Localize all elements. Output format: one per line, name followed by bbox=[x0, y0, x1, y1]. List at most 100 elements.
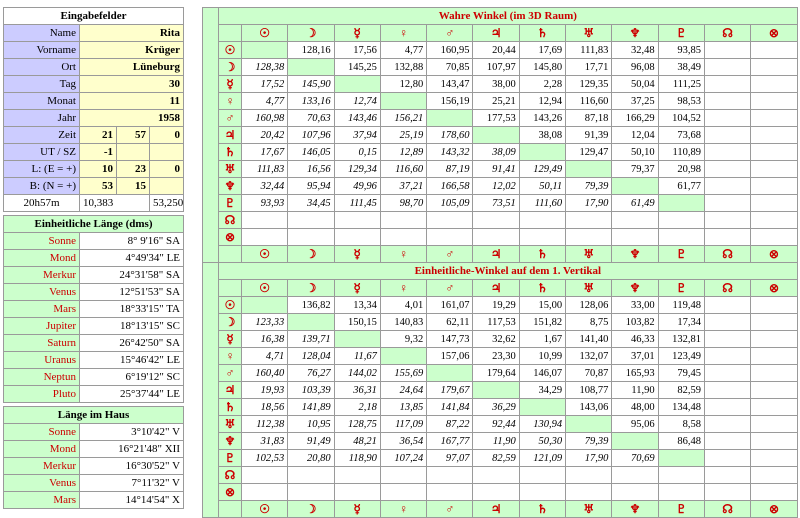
matrix1-cell[interactable]: 116,60 bbox=[565, 92, 613, 110]
matrix1-cell[interactable] bbox=[287, 228, 335, 246]
matrix2-cell[interactable] bbox=[750, 330, 798, 348]
matrix1-cell[interactable]: 111,25 bbox=[657, 75, 705, 93]
matrix2-cell[interactable]: 95,06 bbox=[611, 415, 659, 433]
matrix1-cell[interactable]: 133,16 bbox=[287, 92, 335, 110]
matrix1-cell[interactable]: 145,90 bbox=[287, 75, 335, 93]
matrix1-cell[interactable]: 16,56 bbox=[287, 160, 335, 178]
matrix1-cell[interactable]: 111,83 bbox=[240, 160, 289, 178]
matrix2-cell[interactable]: 128,75 bbox=[333, 415, 381, 433]
matrix1-cell[interactable] bbox=[657, 228, 705, 246]
matrix2-cell[interactable]: 119,48 bbox=[657, 296, 705, 314]
matrix1-cell[interactable] bbox=[472, 228, 520, 246]
l-minute-field[interactable]: 23 bbox=[116, 160, 150, 178]
matrix2-cell[interactable]: 24,64 bbox=[379, 381, 428, 399]
matrix1-cell[interactable]: 79,39 bbox=[565, 177, 613, 195]
matrix2-cell[interactable]: 1,67 bbox=[518, 330, 567, 348]
b-minute-field[interactable]: 15 bbox=[116, 177, 150, 195]
matrix2-cell[interactable] bbox=[565, 466, 613, 484]
matrix2-cell[interactable]: 70,69 bbox=[611, 449, 659, 467]
matrix1-cell[interactable]: 111,60 bbox=[518, 194, 567, 212]
laenge-row-value[interactable]: 15°46'42" LE bbox=[78, 351, 185, 369]
matrix1-cell[interactable]: 61,77 bbox=[657, 177, 705, 195]
matrix2-cell[interactable]: 103,82 bbox=[611, 313, 659, 331]
ut-empty-cell[interactable] bbox=[116, 143, 150, 161]
matrix2-cell[interactable]: 144,02 bbox=[333, 364, 381, 382]
laenge-row-value[interactable]: 18°13'15" SC bbox=[78, 317, 185, 335]
matrix1-cell[interactable] bbox=[703, 194, 752, 212]
matrix1-cell[interactable]: 32,44 bbox=[240, 177, 289, 195]
matrix2-cell[interactable]: 136,82 bbox=[287, 296, 335, 314]
matrix1-cell[interactable] bbox=[565, 228, 613, 246]
matrix1-cell[interactable]: 38,00 bbox=[472, 75, 520, 93]
matrix2-cell[interactable] bbox=[750, 415, 798, 433]
matrix1-cell[interactable]: 12,94 bbox=[518, 92, 567, 110]
matrix1-cell[interactable]: 20,98 bbox=[657, 160, 705, 178]
matrix2-cell[interactable]: 33,00 bbox=[611, 296, 659, 314]
matrix1-cell[interactable]: 129,49 bbox=[518, 160, 567, 178]
matrix1-cell[interactable]: 143,32 bbox=[426, 143, 474, 161]
matrix2-cell[interactable] bbox=[426, 364, 474, 382]
matrix1-cell[interactable]: 110,89 bbox=[657, 143, 705, 161]
matrix1-cell[interactable]: 145,80 bbox=[518, 58, 567, 76]
matrix2-cell[interactable]: 123,49 bbox=[657, 347, 705, 365]
matrix1-cell[interactable] bbox=[426, 211, 474, 229]
matrix2-cell[interactable] bbox=[703, 398, 752, 416]
matrix2-cell[interactable] bbox=[518, 483, 567, 501]
matrix2-cell[interactable]: 62,11 bbox=[426, 313, 474, 331]
matrix1-cell[interactable]: 12,04 bbox=[611, 126, 659, 144]
matrix2-cell[interactable]: 50,30 bbox=[518, 432, 567, 450]
matrix2-cell[interactable]: 13,85 bbox=[379, 398, 428, 416]
matrix1-cell[interactable] bbox=[703, 41, 752, 59]
matrix2-cell[interactable]: 123,33 bbox=[240, 313, 289, 331]
laenge-row-value[interactable]: 8° 9'16" SA bbox=[78, 232, 185, 250]
matrix2-cell[interactable]: 132,07 bbox=[565, 347, 613, 365]
matrix1-cell[interactable] bbox=[518, 228, 567, 246]
matrix2-cell[interactable]: 48,21 bbox=[333, 432, 381, 450]
matrix1-cell[interactable]: 0,15 bbox=[333, 143, 381, 161]
matrix2-cell[interactable]: 151,82 bbox=[518, 313, 567, 331]
matrix1-cell[interactable]: 104,52 bbox=[657, 109, 705, 127]
matrix1-cell[interactable]: 132,88 bbox=[379, 58, 428, 76]
matrix2-cell[interactable] bbox=[426, 466, 474, 484]
matrix2-cell[interactable]: 128,06 bbox=[565, 296, 613, 314]
matrix1-cell[interactable]: 73,68 bbox=[657, 126, 705, 144]
matrix1-cell[interactable]: 37,94 bbox=[333, 126, 381, 144]
matrix1-cell[interactable]: 4,77 bbox=[379, 41, 428, 59]
matrix2-cell[interactable]: 36,29 bbox=[472, 398, 520, 416]
matrix2-cell[interactable] bbox=[611, 466, 659, 484]
matrix2-cell[interactable]: 179,67 bbox=[426, 381, 474, 399]
matrix2-cell[interactable]: 13,34 bbox=[333, 296, 381, 314]
matrix1-cell[interactable] bbox=[703, 160, 752, 178]
matrix1-cell[interactable] bbox=[657, 194, 705, 212]
matrix1-cell[interactable]: 107,97 bbox=[472, 58, 520, 76]
matrix1-cell[interactable]: 17,67 bbox=[240, 143, 289, 161]
matrix2-cell[interactable]: 19,29 bbox=[472, 296, 520, 314]
matrix1-cell[interactable] bbox=[750, 160, 798, 178]
matrix1-cell[interactable] bbox=[287, 58, 335, 76]
matrix1-cell[interactable]: 38,49 bbox=[657, 58, 705, 76]
matrix2-cell[interactable]: 48,00 bbox=[611, 398, 659, 416]
matrix1-cell[interactable] bbox=[287, 211, 335, 229]
matrix1-cell[interactable]: 17,56 bbox=[333, 41, 381, 59]
matrix2-cell[interactable] bbox=[611, 483, 659, 501]
matrix1-cell[interactable]: 178,60 bbox=[426, 126, 474, 144]
matrix2-cell[interactable]: 79,45 bbox=[657, 364, 705, 382]
matrix1-cell[interactable] bbox=[611, 228, 659, 246]
matrix1-cell[interactable] bbox=[703, 211, 752, 229]
matrix2-cell[interactable]: 37,01 bbox=[611, 347, 659, 365]
matrix1-cell[interactable]: 17,52 bbox=[240, 75, 289, 93]
matrix2-cell[interactable]: 2,18 bbox=[333, 398, 381, 416]
matrix1-cell[interactable]: 129,34 bbox=[333, 160, 381, 178]
b-degree-field[interactable]: 53 bbox=[79, 177, 117, 195]
matrix1-cell[interactable] bbox=[750, 109, 798, 127]
laenge-row-value[interactable]: 4°49'34" LE bbox=[78, 249, 185, 267]
laenge-row-value[interactable]: 24°31'58" SA bbox=[78, 266, 185, 284]
matrix1-cell[interactable] bbox=[703, 58, 752, 76]
matrix2-cell[interactable] bbox=[750, 381, 798, 399]
matrix2-cell[interactable]: 10,99 bbox=[518, 347, 567, 365]
matrix1-cell[interactable]: 111,83 bbox=[565, 41, 613, 59]
matrix2-cell[interactable] bbox=[611, 432, 659, 450]
matrix2-cell[interactable]: 128,04 bbox=[287, 347, 335, 365]
matrix1-cell[interactable]: 50,11 bbox=[518, 177, 567, 195]
matrix2-cell[interactable]: 117,53 bbox=[472, 313, 520, 331]
